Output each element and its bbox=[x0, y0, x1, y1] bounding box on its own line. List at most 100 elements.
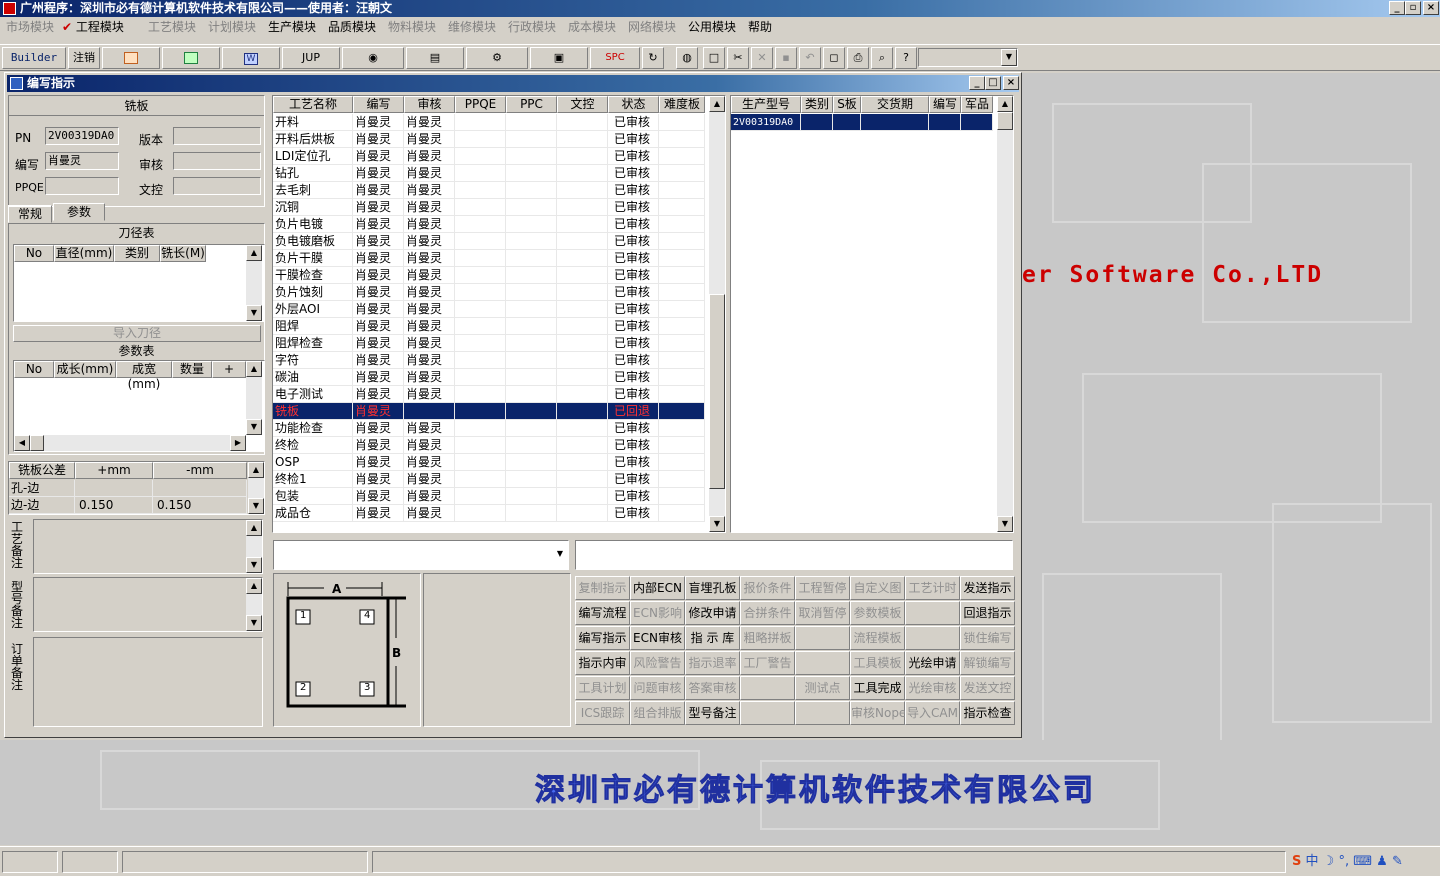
table-row[interactable]: 负片电镀 肖曼灵 肖曼灵 已审核 bbox=[273, 216, 705, 233]
table-row[interactable]: 沉铜 肖曼灵 肖曼灵 已审核 bbox=[273, 199, 705, 216]
chevron-down-icon[interactable]: ▼ bbox=[552, 547, 568, 565]
database-icon[interactable]: ▤ bbox=[406, 47, 464, 69]
help-icon[interactable]: ? bbox=[895, 47, 917, 69]
table-row[interactable]: 铣板 肖曼灵 已回退 bbox=[273, 403, 705, 420]
writer-field[interactable]: 肖曼灵 bbox=[45, 152, 119, 170]
ime-tray[interactable]: S 中 ☽ °, ⌨ ♟ ✎ bbox=[1292, 853, 1436, 871]
action-button[interactable]: 回退指示 bbox=[960, 601, 1015, 625]
table-row[interactable]: OSP 肖曼灵 肖曼灵 已审核 bbox=[273, 454, 705, 471]
process-col-header[interactable]: 难度板 bbox=[659, 96, 705, 113]
action-button[interactable]: 流程模板 bbox=[850, 626, 905, 650]
action-button[interactable]: 型号备注 bbox=[685, 701, 740, 725]
table-row[interactable]: 开料 肖曼灵 肖曼灵 已审核 bbox=[273, 114, 705, 131]
process-combo[interactable]: ▼ bbox=[273, 540, 569, 570]
action-button[interactable]: 编写流程 bbox=[575, 601, 630, 625]
table-row[interactable]: 电子测试 肖曼灵 肖曼灵 已审核 bbox=[273, 386, 705, 403]
chevron-down-icon[interactable]: ▼ bbox=[1001, 49, 1017, 66]
ime-lang[interactable]: 中 bbox=[1306, 854, 1319, 869]
table-row[interactable]: LDI定位孔 肖曼灵 肖曼灵 已审核 bbox=[273, 148, 705, 165]
model-col-header[interactable]: 交货期 bbox=[861, 96, 929, 113]
action-button[interactable]: 工程暂停 bbox=[795, 576, 850, 600]
param-col-add[interactable]: + bbox=[212, 361, 246, 378]
model-col-header[interactable]: 类别 bbox=[801, 96, 833, 113]
import-tool-button[interactable]: 导入刀径 bbox=[13, 325, 261, 342]
find-icon[interactable]: ⌕ bbox=[871, 47, 893, 69]
action-button[interactable]: 发送文控 bbox=[960, 676, 1015, 700]
action-button[interactable]: 答案审核 bbox=[685, 676, 740, 700]
eye-icon[interactable]: ◉ bbox=[342, 47, 404, 69]
tol-minus[interactable]: 0.150 bbox=[153, 497, 247, 514]
preview-icon[interactable]: ◻ bbox=[823, 47, 845, 69]
builder-button[interactable]: Builder bbox=[2, 47, 66, 69]
keyboard-icon[interactable]: ⌨ bbox=[1353, 854, 1372, 869]
order-note-field[interactable] bbox=[33, 637, 263, 727]
process-col-header[interactable]: PPQE bbox=[455, 96, 506, 113]
action-button[interactable]: 工具完成 bbox=[850, 676, 905, 700]
tab-general[interactable]: 常规 bbox=[8, 205, 52, 223]
table-row[interactable]: 碳油 肖曼灵 肖曼灵 已审核 bbox=[273, 369, 705, 386]
action-button[interactable]: 取消暂停 bbox=[795, 601, 850, 625]
powerpoint-icon[interactable] bbox=[102, 47, 160, 69]
table-row[interactable]: 终检1 肖曼灵 肖曼灵 已审核 bbox=[273, 471, 705, 488]
menu-item-1[interactable]: ✔ 工程模块 bbox=[62, 17, 124, 37]
sogou-icon[interactable]: S bbox=[1292, 854, 1301, 869]
model-col-header[interactable]: S板 bbox=[833, 96, 861, 113]
model-col-header[interactable]: 军品 bbox=[961, 96, 993, 113]
excel-icon[interactable] bbox=[162, 47, 220, 69]
ppqe-field[interactable] bbox=[45, 177, 119, 195]
tol-plus[interactable]: 0.150 bbox=[75, 497, 153, 514]
action-button[interactable]: 光绘申请 bbox=[905, 651, 960, 675]
save-icon[interactable]: ▪ bbox=[775, 47, 797, 69]
action-button[interactable]: 组合排版 bbox=[630, 701, 685, 725]
action-button[interactable]: 盲埋孔板 bbox=[685, 576, 740, 600]
process-col-header[interactable]: 编写 bbox=[353, 96, 404, 113]
menu-item-9[interactable]: 成本模块 bbox=[568, 17, 616, 37]
action-button[interactable]: 报价条件 bbox=[740, 576, 795, 600]
wrench-icon[interactable]: ✎ bbox=[1392, 854, 1403, 869]
action-button[interactable]: 解锁编写 bbox=[960, 651, 1015, 675]
table-row[interactable]: 负电镀磨板 肖曼灵 肖曼灵 已审核 bbox=[273, 233, 705, 250]
tol-minus[interactable] bbox=[153, 480, 247, 497]
model-table-scrollbar[interactable]: ▲ ▼ bbox=[997, 96, 1013, 532]
action-button[interactable]: 指示内审 bbox=[575, 651, 630, 675]
menu-item-0[interactable]: 市场模块 bbox=[6, 17, 54, 37]
table-row[interactable]: 终检 肖曼灵 肖曼灵 已审核 bbox=[273, 437, 705, 454]
audit-field[interactable] bbox=[173, 152, 261, 170]
action-button[interactable]: 修改申请 bbox=[685, 601, 740, 625]
process-col-header[interactable]: 审核 bbox=[404, 96, 455, 113]
menu-item-4[interactable]: 生产模块 bbox=[268, 17, 316, 37]
close-button[interactable]: × bbox=[1423, 1, 1439, 15]
menu-item-5[interactable]: 品质模块 bbox=[328, 17, 376, 37]
version-field[interactable] bbox=[173, 127, 261, 145]
pn-field[interactable]: 2V00319DA0 bbox=[45, 127, 119, 145]
doc-field[interactable] bbox=[173, 177, 261, 195]
action-button[interactable]: 工厂警告 bbox=[740, 651, 795, 675]
new-icon[interactable]: □ bbox=[703, 47, 725, 69]
remark-input[interactable] bbox=[575, 540, 1013, 570]
menu-item-2[interactable]: 工艺模块 bbox=[148, 17, 196, 37]
web-icon[interactable]: ◍ bbox=[676, 47, 698, 69]
action-button[interactable]: ECN审核 bbox=[630, 626, 685, 650]
table-row[interactable]: 去毛刺 肖曼灵 肖曼灵 已审核 bbox=[273, 182, 705, 199]
table-row[interactable]: 负片蚀刻 肖曼灵 肖曼灵 已审核 bbox=[273, 284, 705, 301]
action-button[interactable] bbox=[740, 676, 795, 700]
table-row[interactable]: 钻孔 肖曼灵 肖曼灵 已审核 bbox=[273, 165, 705, 182]
process-col-header[interactable]: PPC bbox=[506, 96, 557, 113]
table-row[interactable]: 孔-边 bbox=[9, 480, 247, 497]
logout-button[interactable]: 注销 bbox=[68, 47, 100, 69]
tolerance-scrollbar[interactable]: ▲ ▼ bbox=[248, 462, 264, 514]
cut-icon[interactable]: ✂ bbox=[727, 47, 749, 69]
model-note-field[interactable]: ▲ ▼ bbox=[33, 577, 263, 632]
action-button[interactable] bbox=[740, 701, 795, 725]
window-minimize-button[interactable]: _ bbox=[969, 76, 985, 90]
action-button[interactable]: 粗略拼板 bbox=[740, 626, 795, 650]
table-row[interactable]: 包装 肖曼灵 肖曼灵 已审核 bbox=[273, 488, 705, 505]
action-button[interactable]: 审核Nope bbox=[850, 701, 906, 725]
window-maximize-button[interactable]: □ bbox=[985, 76, 1001, 90]
tab-params[interactable]: 参数 bbox=[53, 203, 105, 221]
process-col-header[interactable]: 工艺名称 bbox=[273, 96, 353, 113]
menu-item-3[interactable]: 计划模块 bbox=[208, 17, 256, 37]
action-button[interactable]: 风险警告 bbox=[630, 651, 685, 675]
action-button[interactable]: 指示检查 bbox=[960, 701, 1015, 725]
action-button[interactable]: 自定义图 bbox=[850, 576, 905, 600]
